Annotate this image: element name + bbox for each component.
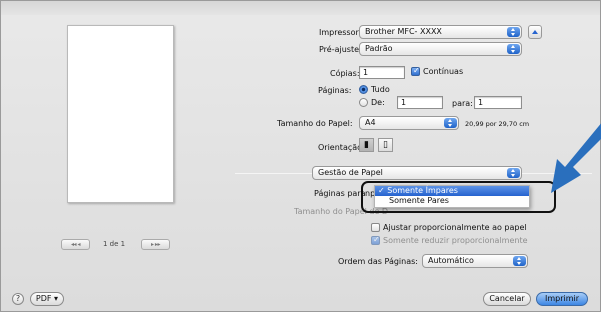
pages-label: Páginas: bbox=[318, 86, 352, 95]
popup-arrows-icon bbox=[507, 168, 520, 178]
presets-value: Padrão bbox=[365, 44, 393, 53]
dialog-titlebar bbox=[1, 1, 600, 15]
orientation-label: Orientação: bbox=[318, 143, 365, 152]
orientation-buttons: ▮ ▯ bbox=[359, 138, 397, 152]
scale-down-only-option: Somente reduzir proporcionalmente bbox=[371, 235, 528, 245]
help-button[interactable]: ? bbox=[12, 293, 24, 305]
pages-to-input[interactable]: 1 bbox=[474, 96, 522, 109]
pages-all-option[interactable]: Tudo bbox=[359, 85, 390, 94]
popup-arrows-icon bbox=[507, 27, 520, 37]
scale-to-fit-option[interactable]: Ajustar proporcionalmente ao papel bbox=[371, 223, 527, 232]
pages-range-radio[interactable] bbox=[359, 98, 368, 107]
pdf-button[interactable]: PDF ▾ bbox=[30, 292, 64, 306]
paper-size-value: A4 bbox=[365, 118, 376, 127]
page-order-label: Ordem das Páginas: bbox=[338, 257, 418, 266]
pages-to-label: para: bbox=[452, 99, 473, 108]
pages-all-label: Tudo bbox=[371, 85, 390, 94]
collated-label: Contínuas bbox=[423, 67, 464, 76]
collated-option[interactable]: Contínuas bbox=[411, 66, 464, 76]
copies-label: Cópias: bbox=[330, 69, 360, 78]
portrait-orientation-icon[interactable]: ▮ bbox=[359, 138, 374, 152]
pages-to-print-label: Páginas para bbox=[314, 189, 366, 198]
scale-to-fit-label: Ajustar proporcionalmente ao papel bbox=[383, 223, 527, 232]
printer-value: Brother MFC- XXXX bbox=[365, 27, 442, 36]
collated-checkbox[interactable] bbox=[411, 66, 420, 76]
copies-input[interactable]: 1 bbox=[359, 66, 405, 79]
print-button[interactable]: Imprimir bbox=[536, 292, 588, 306]
presets-popup[interactable]: Padrão bbox=[359, 42, 522, 56]
collapse-details-button[interactable] bbox=[528, 25, 542, 39]
section-popup-value: Gestão de Papel bbox=[318, 168, 383, 177]
prev-page-buttons[interactable]: ◂◂ ◂ bbox=[61, 239, 90, 250]
print-dialog: ◂◂ ◂ 1 de 1 ▸ ▸▸ Impressora: Brother MFC… bbox=[0, 0, 601, 312]
scale-to-fit-checkbox[interactable] bbox=[371, 223, 380, 232]
pages-from-label: De: bbox=[371, 98, 385, 107]
callout-arrow-icon bbox=[551, 123, 601, 193]
section-popup[interactable]: Gestão de Papel bbox=[312, 166, 522, 180]
next-page-buttons[interactable]: ▸ ▸▸ bbox=[141, 239, 170, 250]
pages-all-radio[interactable] bbox=[359, 85, 368, 94]
highlight-frame bbox=[361, 181, 556, 213]
popup-arrows-icon bbox=[507, 44, 520, 54]
cancel-button[interactable]: Cancelar bbox=[483, 292, 531, 306]
scale-down-only-checkbox bbox=[371, 235, 380, 245]
printer-popup[interactable]: Brother MFC- XXXX bbox=[359, 25, 522, 39]
page-preview bbox=[67, 25, 174, 203]
paper-dimensions: 20,99 por 29,70 cm bbox=[465, 120, 530, 128]
pages-range-option[interactable]: De: bbox=[359, 98, 385, 107]
paper-size-popup[interactable]: A4 bbox=[359, 116, 459, 130]
pages-from-input[interactable]: 1 bbox=[397, 96, 443, 109]
popup-arrows-icon bbox=[513, 256, 526, 266]
paper-size-label: Tamanho do Papel: bbox=[277, 119, 353, 128]
page-order-popup[interactable]: Automático bbox=[422, 254, 528, 268]
disclosure-up-icon bbox=[532, 30, 538, 34]
popup-arrows-icon bbox=[444, 118, 457, 128]
page-order-value: Automático bbox=[428, 256, 474, 265]
scale-down-only-label: Somente reduzir proporcionalmente bbox=[383, 236, 528, 245]
preview-pane: ◂◂ ◂ 1 de 1 ▸ ▸▸ bbox=[11, 15, 215, 251]
page-counter: 1 de 1 bbox=[103, 240, 126, 248]
landscape-orientation-icon[interactable]: ▯ bbox=[378, 138, 393, 152]
